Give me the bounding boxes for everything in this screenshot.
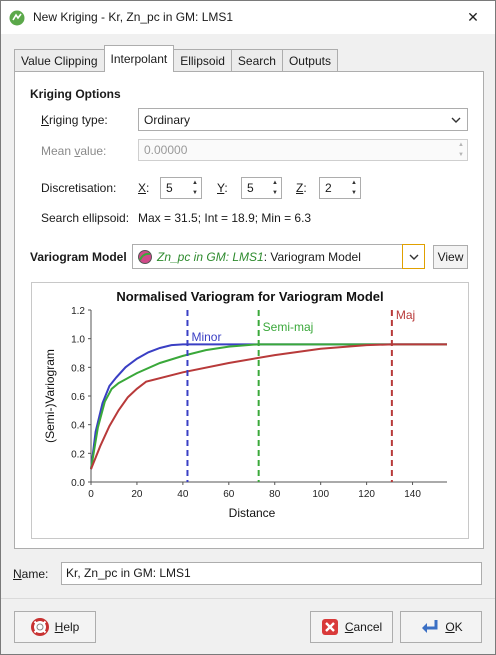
tab-bar: Value Clipping Interpolant Ellipsoid Sea…: [14, 45, 338, 72]
discretisation-label: Discretisation:: [41, 181, 117, 195]
cancel-button[interactable]: Cancel: [310, 611, 393, 643]
discretisation-z-value: 2: [325, 181, 332, 195]
variogram-model-name: : Variogram Model: [263, 249, 361, 264]
x-tick-label: 100: [312, 489, 329, 500]
discretisation-z-label: Z:: [296, 181, 307, 195]
y-tick-label: 0.2: [71, 449, 85, 460]
discretisation-x-value: 5: [166, 181, 173, 195]
title-bar: New Kriging - Kr, Zn_pc in GM: LMS1 ✕: [1, 1, 495, 34]
y-tick-label: 0.8: [71, 363, 85, 374]
name-label: Name:: [13, 567, 48, 581]
app-logo-icon: [9, 10, 25, 26]
variogram-chart: Normalised Variogram for Variogram Model…: [43, 289, 447, 520]
kriging-type-value: Ordinary: [144, 112, 191, 127]
name-label-mnemonic: N: [13, 567, 22, 581]
ok-button[interactable]: OK: [400, 611, 482, 643]
x-label-letter: X: [138, 181, 147, 195]
kriging-type-label-mnemonic: K: [41, 113, 50, 127]
help-button[interactable]: Help: [14, 611, 96, 643]
name-input[interactable]: Kr, Zn_pc in GM: LMS1: [61, 562, 482, 585]
chart-x-axis-label: Distance: [229, 506, 276, 520]
ok-label-mnemonic: O: [445, 620, 455, 634]
kriging-options-title: Kriging Options: [30, 87, 121, 101]
x-tick-label: 80: [269, 489, 281, 500]
close-icon[interactable]: ✕: [467, 9, 479, 26]
x-tick-label: 140: [404, 489, 421, 500]
variogram-model-label: Variogram Model: [30, 250, 127, 264]
footer-separator: [1, 598, 495, 599]
variogram-model-select[interactable]: Zn_pc in GM: LMS1: Variogram Model: [132, 244, 425, 269]
variogram-chart-frame: Normalised Variogram for Variogram Model…: [31, 282, 469, 539]
ok-label-text: K: [454, 620, 463, 634]
chart-title: Normalised Variogram for Variogram Model: [116, 289, 383, 304]
range-marker-label: Minor: [191, 330, 221, 344]
help-label: Help: [55, 620, 80, 634]
y-tick-label: 1.2: [71, 306, 85, 317]
x-tick-label: 60: [223, 489, 235, 500]
variogram-series-line: [90, 343, 447, 470]
search-ellipsoid-label: Search ellipsoid:: [41, 211, 130, 225]
tab-outputs[interactable]: Outputs: [281, 49, 338, 72]
lifebuoy-icon: [30, 618, 49, 636]
z-spin-arrows[interactable]: ▲ ▼: [348, 178, 360, 198]
discretisation-y-label: Y:: [217, 181, 228, 195]
cancel-x-icon: [321, 619, 338, 635]
x-tick-label: 40: [177, 489, 189, 500]
mean-value-label-pre: Mean: [41, 144, 75, 158]
ok-label: OK: [445, 620, 462, 634]
name-label-text: ame:: [21, 567, 49, 581]
tab-interpolant[interactable]: Interpolant: [103, 45, 175, 72]
chart-y-axis-label: (Semi-)Variogram: [43, 349, 57, 443]
y-tick-label: 1.0: [71, 335, 85, 346]
range-marker-label: Maj: [396, 308, 415, 322]
variogram-series-line: [90, 343, 447, 470]
tab-search[interactable]: Search: [230, 49, 283, 72]
range-marker-label: Semi-maj: [263, 320, 314, 334]
mean-value-label-text: alue:: [80, 144, 107, 158]
y-label-letter: Y: [217, 181, 225, 195]
discretisation-y-value: 5: [247, 181, 254, 195]
view-variogram-button[interactable]: View: [433, 245, 468, 269]
variogram-model-icon: [138, 249, 152, 264]
chevron-down-icon[interactable]: [402, 244, 425, 269]
help-label-text: elp: [63, 620, 80, 634]
x-spin-arrows[interactable]: ▲ ▼: [189, 178, 201, 198]
mean-value-spinbox: 0.00000 ▲ ▼: [138, 139, 468, 161]
y-tick-label: 0.6: [71, 392, 85, 403]
y-tick-label: 0.0: [71, 478, 85, 489]
kriging-type-label: Kriging type:: [41, 113, 108, 127]
z-label-letter: Z: [296, 181, 304, 195]
enter-arrow-icon: [422, 620, 438, 633]
window-title: New Kriging - Kr, Zn_pc in GM: LMS1: [33, 10, 234, 24]
mean-value-label: Mean value:: [41, 144, 106, 158]
discretisation-y-spinbox[interactable]: 5 ▲ ▼: [241, 177, 282, 199]
close-button[interactable]: ✕: [458, 3, 488, 31]
dialog-window: New Kriging - Kr, Zn_pc in GM: LMS1 ✕ Va…: [0, 0, 496, 655]
variogram-model-source: Zn_pc in GM: LMS1: [157, 249, 264, 264]
y-tick-label: 0.4: [71, 421, 85, 432]
mean-value-value: 0.00000: [144, 143, 188, 157]
chevron-down-icon[interactable]: [445, 109, 467, 130]
kriging-type-label-text: riging type:: [49, 113, 108, 127]
tab-ellipsoid[interactable]: Ellipsoid: [173, 49, 232, 72]
mean-value-arrows: ▲ ▼: [458, 142, 464, 158]
search-ellipsoid-value: Max = 31.5; Int = 18.9; Min = 6.3: [138, 211, 312, 225]
discretisation-x-label: X:: [138, 181, 150, 195]
x-tick-label: 120: [358, 489, 375, 500]
cancel-label-text: ancel: [353, 620, 383, 634]
discretisation-x-spinbox[interactable]: 5 ▲ ▼: [160, 177, 202, 199]
y-spin-arrows[interactable]: ▲ ▼: [269, 178, 281, 198]
discretisation-z-spinbox[interactable]: 2 ▲ ▼: [319, 177, 361, 199]
variogram-series-line: [90, 343, 447, 470]
cancel-label: Cancel: [345, 620, 382, 634]
x-tick-label: 0: [88, 489, 94, 500]
tab-value-clipping[interactable]: Value Clipping: [14, 49, 105, 72]
kriging-type-select[interactable]: Ordinary: [138, 108, 468, 131]
chart-plot-area: 0.0 0.2 0.4 0.6 0.8 1.0 1.2 0 20 40 60 80 100 120 140 M…: [71, 306, 447, 500]
x-tick-label: 20: [131, 489, 143, 500]
